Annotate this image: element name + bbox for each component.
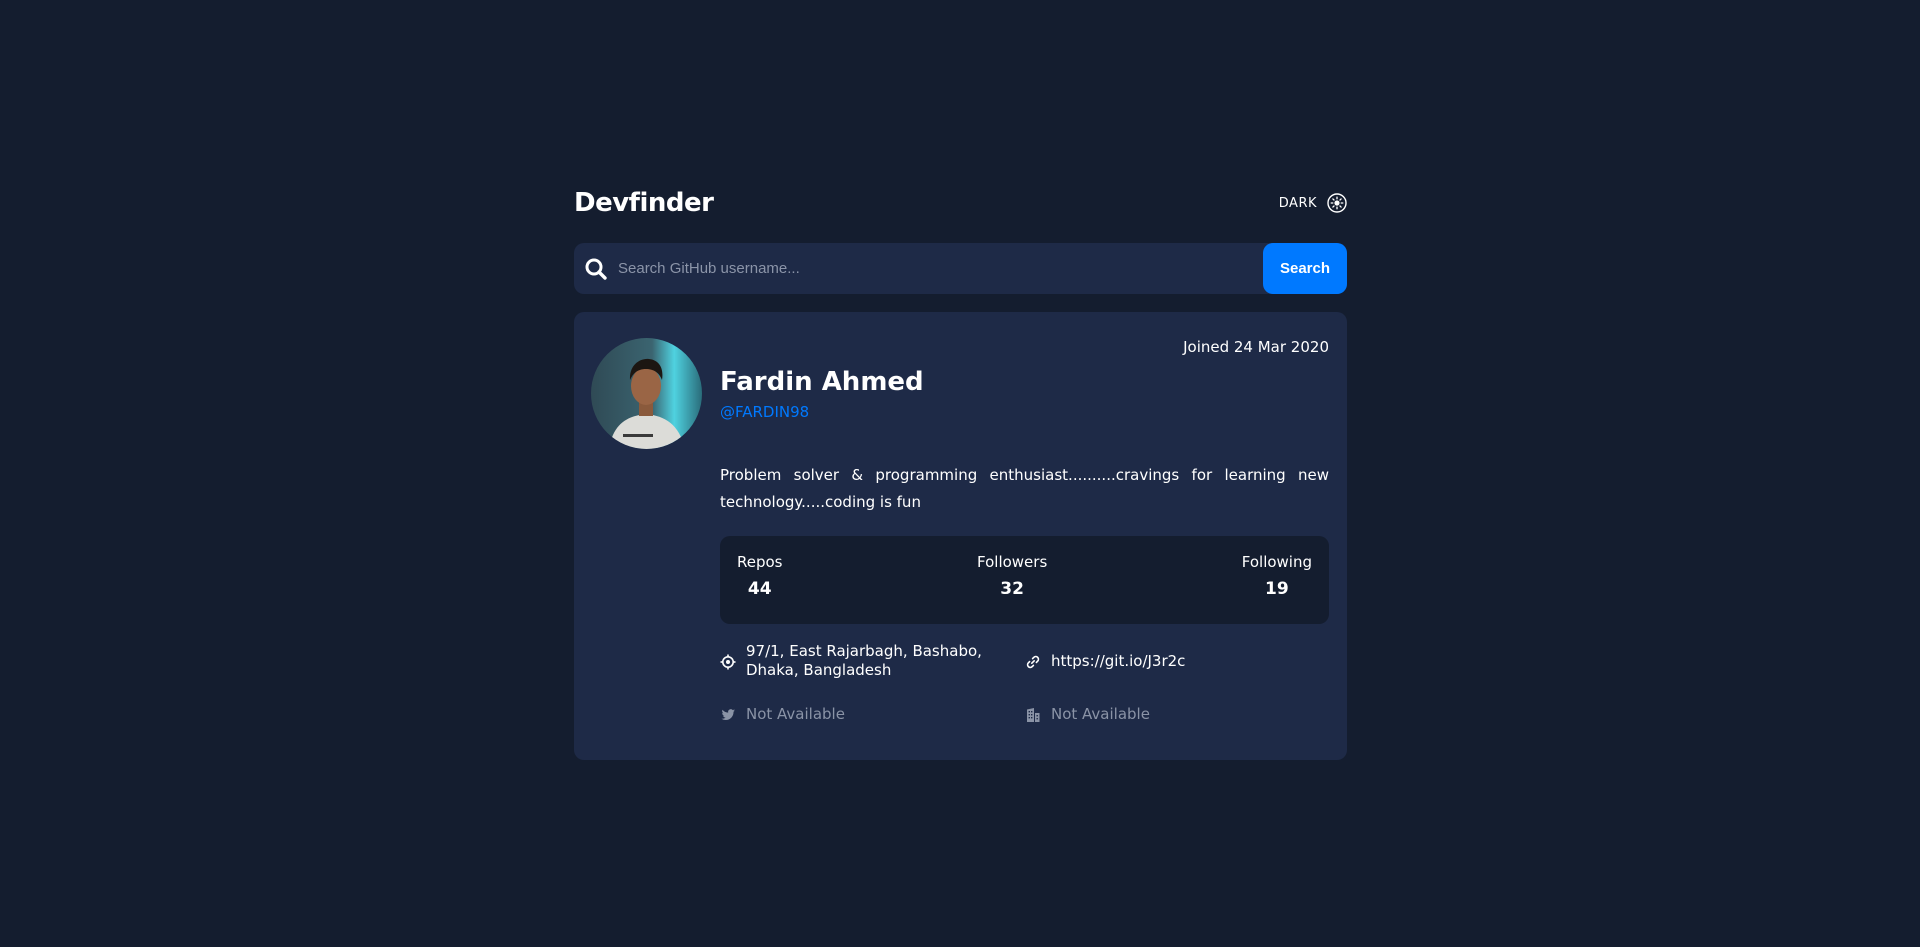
search-button[interactable]: Search bbox=[1263, 243, 1347, 294]
stat-followers-label: Followers bbox=[977, 553, 1048, 571]
stat-followers-value: 32 bbox=[1000, 579, 1024, 599]
search-input[interactable] bbox=[618, 243, 1263, 294]
stat-following-value: 19 bbox=[1265, 579, 1289, 599]
stat-followers: Followers 32 bbox=[977, 553, 1047, 599]
profile-username[interactable]: @FARDIN98 bbox=[720, 403, 809, 421]
company-info: Not Available bbox=[1025, 705, 1150, 724]
stat-following-label: Following bbox=[1241, 553, 1312, 571]
theme-toggle-label: DARK bbox=[1278, 195, 1317, 211]
stat-repos-label: Repos bbox=[737, 553, 783, 571]
avatar-image bbox=[591, 338, 702, 449]
stat-repos: Repos 44 bbox=[737, 553, 783, 599]
link-icon bbox=[1026, 655, 1040, 669]
avatar bbox=[591, 338, 702, 449]
stat-repos-value: 44 bbox=[747, 579, 772, 599]
stat-following: Following 19 bbox=[1242, 553, 1312, 599]
twitter-text: Not Available bbox=[746, 705, 845, 723]
twitter-icon bbox=[721, 709, 735, 720]
sun-icon bbox=[1327, 193, 1347, 213]
joined-date: Joined 24 Mar 2020 bbox=[1183, 338, 1329, 356]
building-icon bbox=[1027, 708, 1040, 722]
blog-link[interactable]: https://git.io/J3r2c bbox=[1051, 652, 1185, 671]
search-bar: Search bbox=[574, 243, 1347, 294]
stats-panel: Repos 44 Followers 32 Following 19 bbox=[720, 536, 1329, 624]
location-info: 97/1, East Rajarbagh, Bashabo, Dhaka, Ba… bbox=[720, 642, 1010, 680]
profile-card: Joined 24 Mar 2020 Fardin Ahmed @FARDIN9… bbox=[574, 312, 1347, 760]
profile-name: Fardin Ahmed bbox=[720, 367, 924, 397]
app-container: Devfinder DARK Search GitHub username...… bbox=[574, 183, 1347, 760]
theme-toggle-button[interactable]: DARK bbox=[1279, 193, 1347, 213]
company-text: Not Available bbox=[1051, 705, 1150, 723]
profile-bio: Problem solver & programming enthusiast.… bbox=[720, 466, 1329, 511]
location-icon bbox=[720, 654, 736, 670]
search-icon bbox=[585, 258, 607, 280]
header: Devfinder DARK bbox=[574, 183, 1347, 223]
twitter-info: Not Available bbox=[720, 705, 845, 724]
app-logo: Devfinder bbox=[574, 188, 714, 218]
blog-info: https://git.io/J3r2c bbox=[1025, 642, 1185, 680]
location-text: 97/1, East Rajarbagh, Bashabo, Dhaka, Ba… bbox=[746, 642, 982, 679]
